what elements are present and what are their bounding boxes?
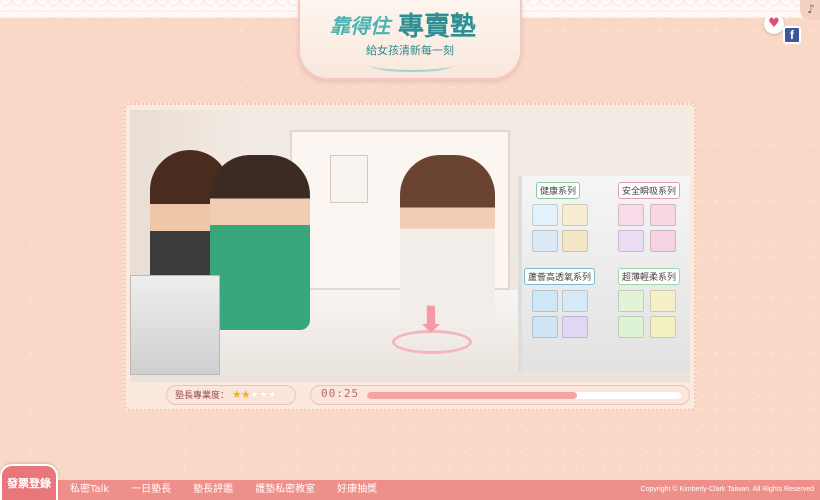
product-pack[interactable]: [650, 230, 676, 252]
product-pack[interactable]: [532, 204, 558, 226]
heart-icon[interactable]: ♥: [764, 14, 784, 34]
bottom-nav: 私密Talk 一日塾長 塾長評鑑 護墊私密教室 好康抽獎: [70, 480, 399, 500]
invoice-register-button[interactable]: 發票登錄: [0, 464, 58, 500]
nav-item-liner-classroom[interactable]: 護墊私密教室: [255, 480, 315, 500]
timer-progress-track: [367, 392, 681, 399]
music-note-icon[interactable]: ♪: [800, 0, 820, 20]
series-label-health[interactable]: 健康系列: [536, 182, 581, 199]
product-pack[interactable]: [618, 204, 644, 226]
down-arrow-icon[interactable]: ⬇: [405, 300, 457, 342]
product-pack[interactable]: [650, 204, 676, 226]
product-pack[interactable]: [650, 316, 676, 338]
logo-subtitle: 給女孩清新每一刻: [366, 44, 454, 57]
logo-swirl-ornament: [370, 58, 454, 72]
game-stage: 健康系列 安全瞬吸系列 蘆薈高透氧系列 超薄輕柔系列 ⬇: [130, 110, 690, 382]
product-pack[interactable]: [532, 290, 558, 312]
series-label-ultra-thin[interactable]: 超薄輕柔系列: [618, 268, 681, 285]
countdown-timer: 00:25: [321, 387, 360, 400]
product-pack[interactable]: [562, 290, 588, 312]
timer-panel: 00:25: [310, 385, 690, 405]
site-logo[interactable]: 靠得住 專賣塾 給女孩清新每一刻: [298, 0, 522, 80]
logo-brand-right: 專賣塾: [398, 12, 477, 42]
timer-progress-fill: [367, 392, 578, 399]
series-label-instant-absorb[interactable]: 安全瞬吸系列: [618, 182, 681, 199]
product-pack[interactable]: [562, 230, 588, 252]
nav-item-one-day-host[interactable]: 一日塾長: [131, 480, 171, 500]
series-label-aloe[interactable]: 蘆薈高透氧系列: [524, 268, 596, 285]
product-pack[interactable]: [618, 230, 644, 252]
customer-figure-middle: [210, 155, 310, 330]
star-filled-icon: ★: [240, 388, 251, 401]
expertise-label: 塾長專業度：: [175, 391, 230, 401]
product-pack[interactable]: [532, 230, 558, 252]
expertise-meter: 塾長專業度： ★★★★★: [166, 385, 296, 405]
product-pack[interactable]: [650, 290, 676, 312]
logo-brand-left: 靠得住: [330, 14, 390, 38]
copyright-text: Copyright © Kimberly-Clark Taiwan. All R…: [640, 486, 814, 493]
shopping-bag-image: [330, 155, 368, 203]
facebook-icon[interactable]: f: [783, 26, 801, 44]
product-pack[interactable]: [562, 316, 588, 338]
expertise-stars: ★★★★★: [231, 388, 277, 401]
star-empty-icon: ★: [249, 388, 260, 401]
product-pack[interactable]: [618, 290, 644, 312]
product-display-shelf: 健康系列 安全瞬吸系列 蘆薈高透氧系列 超薄輕柔系列: [518, 176, 690, 372]
cash-register-image: [130, 275, 220, 375]
nav-item-private-talk[interactable]: 私密Talk: [70, 480, 109, 500]
nav-item-lottery[interactable]: 好康抽獎: [337, 480, 377, 500]
star-filled-icon: ★: [231, 388, 242, 401]
star-empty-icon: ★: [267, 388, 277, 401]
product-pack[interactable]: [562, 204, 588, 226]
nav-item-host-review[interactable]: 塾長評鑑: [193, 480, 233, 500]
product-pack[interactable]: [618, 316, 644, 338]
product-pack[interactable]: [532, 316, 558, 338]
